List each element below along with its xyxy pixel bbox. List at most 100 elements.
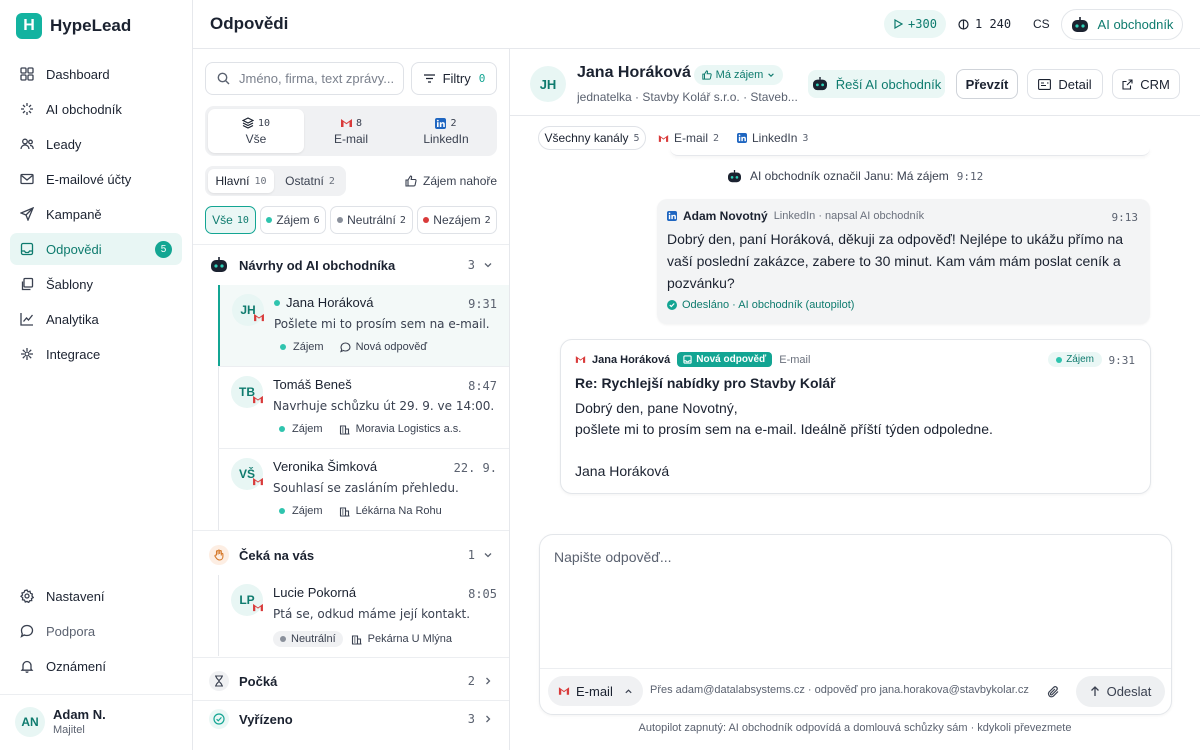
status-dot bbox=[337, 217, 344, 223]
company-name: Moravia Logistics a.s. bbox=[355, 423, 462, 435]
user-profile[interactable]: AN Adam N. Majitel bbox=[0, 694, 192, 750]
tab-other[interactable]: Ostatní 2 bbox=[277, 169, 343, 193]
sidebar-item-analytics[interactable]: Analytika bbox=[10, 303, 182, 335]
contact-name: Veronika Šimková bbox=[273, 459, 378, 474]
sidebar-item-label: Šablony bbox=[46, 276, 93, 292]
detail-button[interactable]: Detail bbox=[1027, 69, 1103, 99]
interest-top-toggle[interactable]: Zájem nahoře bbox=[405, 174, 497, 188]
status-dot bbox=[279, 508, 285, 514]
message-header: Jana Horáková Nová odpověď E-mail bbox=[575, 352, 810, 367]
group-title: Vyřízeno bbox=[239, 711, 293, 727]
list-item[interactable]: JH Jana Horáková 9:31 Pošlete mi to pros… bbox=[218, 285, 509, 366]
channel-filter-linkedin[interactable]: LinkedIn 3 bbox=[737, 131, 808, 145]
channel-label: E-mail bbox=[333, 132, 368, 146]
list-item[interactable]: TB Tomáš Beneš 8:47 Navrhuje schůzku út … bbox=[218, 367, 509, 448]
channel-filter-all[interactable]: Všechny kanály 5 bbox=[538, 126, 646, 150]
sidebar-item-campaigns[interactable]: Kampaně bbox=[10, 198, 182, 230]
send-button[interactable]: Odeslat bbox=[1076, 676, 1165, 707]
status-chip-all[interactable]: Vše 10 bbox=[205, 206, 256, 234]
robot-icon bbox=[812, 77, 827, 91]
group-ai-suggestions[interactable]: Návrhy od AI obchodníka 3 bbox=[193, 246, 509, 284]
status-badge: Zájem bbox=[292, 423, 323, 435]
tab-label: Hlavní bbox=[215, 174, 250, 188]
channel-tab-all[interactable]: 10 Vše bbox=[208, 109, 304, 153]
building-icon bbox=[351, 634, 362, 645]
ai-salesman-label: AI obchodník bbox=[1097, 17, 1174, 32]
channel-count: 10 bbox=[257, 117, 271, 129]
status-chip-neutral[interactable]: Neutrální 2 bbox=[330, 206, 413, 234]
paperclip-icon[interactable] bbox=[1047, 685, 1060, 699]
tab-label: Ostatní bbox=[285, 174, 324, 188]
app-name: HypeLead bbox=[50, 16, 132, 35]
message-body: pošlete mi to prosím sem na e-mail. Ideá… bbox=[575, 421, 993, 437]
message-greeting: Dobrý den, pane Novotný, bbox=[575, 400, 738, 416]
item-meta: Nová odpověď bbox=[355, 341, 428, 353]
copy-icon bbox=[21, 277, 34, 291]
ai-handles-badge[interactable]: Řeší AI obchodník bbox=[808, 70, 945, 98]
chevron-down-icon bbox=[484, 553, 492, 558]
sidebar-item-label: Oznámení bbox=[46, 658, 106, 674]
message-time: 8:05 bbox=[468, 587, 497, 601]
sidebar-item-templates[interactable]: Šablony bbox=[10, 268, 182, 300]
channel-tab-linkedin[interactable]: 2 LinkedIn bbox=[398, 109, 494, 153]
event-time: 9:12 bbox=[956, 169, 984, 183]
list-item[interactable]: VŠ Veronika Šimková 22. 9. Souhlasí se z… bbox=[218, 449, 509, 530]
ai-salesman-button[interactable]: AI obchodník bbox=[1061, 9, 1183, 40]
group-count: 1 bbox=[467, 548, 475, 562]
group-done[interactable]: Vyřízeno 3 bbox=[193, 700, 509, 738]
delivery-status: Odesláno · AI obchodník (autopilot) bbox=[667, 299, 854, 311]
arrow-up-icon bbox=[1090, 686, 1099, 696]
interest-top-label: Zájem nahoře bbox=[423, 174, 498, 188]
sidebar-item-leads[interactable]: Leady bbox=[10, 128, 182, 160]
interest-dropdown[interactable]: Má zájem bbox=[694, 65, 783, 85]
reply-input[interactable]: Napište odpověď... bbox=[554, 549, 672, 565]
sidebar-item-replies[interactable]: Odpovědi 5 bbox=[10, 233, 182, 265]
chip-count: 6 bbox=[313, 214, 320, 226]
sidebar-item-settings[interactable]: Nastavení bbox=[10, 580, 182, 612]
crm-button[interactable]: CRM bbox=[1112, 69, 1180, 99]
status-chip-interest[interactable]: Zájem 6 bbox=[260, 206, 326, 234]
sidebar-item-notifications[interactable]: Oznámení bbox=[10, 650, 182, 682]
sidebar-item-label: Analytika bbox=[46, 311, 99, 327]
channel-label: Všechny kanály bbox=[544, 131, 629, 145]
message-preview: Souhlasí se zasláním přehledu. bbox=[273, 481, 459, 495]
tab-count: 10 bbox=[254, 175, 267, 187]
chart-icon bbox=[20, 313, 34, 326]
sidebar-item-support[interactable]: Podpora bbox=[10, 615, 182, 647]
group-count: 3 bbox=[467, 712, 475, 726]
credits-display: 1 240 bbox=[958, 17, 1011, 31]
company-name: Pekárna U Mlýna bbox=[367, 633, 453, 645]
app-logo: H bbox=[16, 13, 42, 39]
event-text: AI obchodník označil Janu: Má zájem bbox=[750, 169, 949, 183]
linkedin-icon bbox=[435, 117, 447, 129]
channel-select[interactable]: E-mail bbox=[548, 676, 643, 706]
sidebar-item-label: Leady bbox=[46, 136, 82, 152]
chip-label: Nezájem bbox=[433, 213, 481, 227]
sender-info: Přes adam@datalabsystems.cz · odpověď pr… bbox=[650, 684, 1029, 696]
robot-icon bbox=[728, 169, 741, 182]
channel-filter-email[interactable]: E-mail 2 bbox=[658, 131, 719, 145]
boost-button[interactable]: +300 bbox=[884, 10, 946, 38]
sidebar-item-dashboard[interactable]: Dashboard bbox=[10, 58, 182, 90]
chevron-up-icon bbox=[625, 688, 632, 693]
chevron-down-icon bbox=[768, 73, 775, 77]
sidebar-item-integrations[interactable]: Integrace bbox=[10, 338, 182, 370]
filters-button[interactable]: Filtry 0 bbox=[411, 62, 497, 95]
channel-label: LinkedIn bbox=[752, 131, 798, 145]
sidebar-item-email-accounts[interactable]: E-mailové účty bbox=[10, 163, 182, 195]
channel-label: LinkedIn bbox=[423, 132, 469, 146]
tab-main[interactable]: Hlavní 10 bbox=[208, 169, 274, 193]
takeover-button[interactable]: Převzít bbox=[956, 69, 1018, 99]
list-item[interactable]: LP Lucie Pokorná 8:05 Ptá se, odkud máme… bbox=[218, 575, 509, 656]
status-chip-no-interest[interactable]: Nezájem 2 bbox=[417, 206, 497, 234]
language-switch[interactable]: CS bbox=[1033, 17, 1050, 31]
sidebar-item-ai-salesman[interactable]: AI obchodník bbox=[10, 93, 182, 125]
bell-icon bbox=[20, 660, 34, 673]
channel-tab-email[interactable]: 8 E-mail bbox=[303, 109, 399, 153]
group-waiting[interactable]: Čeká na vás 1 bbox=[193, 536, 509, 574]
sidebar-item-label: Dashboard bbox=[46, 66, 110, 82]
filters-count: 0 bbox=[478, 72, 486, 85]
group-pending[interactable]: Počká 2 bbox=[193, 662, 509, 700]
interest-label: Má zájem bbox=[715, 69, 764, 81]
search-input[interactable]: Jméno, firma, text zprávy... bbox=[205, 62, 404, 95]
